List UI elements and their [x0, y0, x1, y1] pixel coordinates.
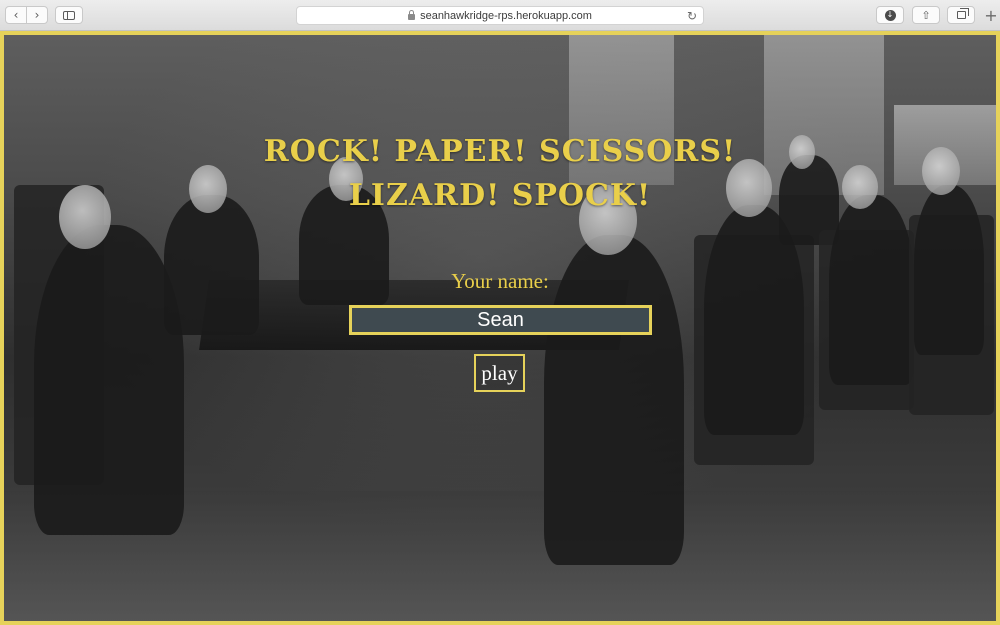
tab-overview-icon: [956, 8, 969, 19]
back-button[interactable]: ‹: [5, 6, 27, 24]
name-input[interactable]: [349, 305, 652, 335]
new-tab-button[interactable]: +: [982, 5, 1000, 25]
sidebar-button[interactable]: [55, 6, 83, 24]
name-label: Your name:: [451, 269, 549, 293]
forward-button[interactable]: ›: [26, 6, 48, 24]
tab-overview-button[interactable]: [947, 6, 975, 24]
share-icon: ⇧: [921, 8, 931, 22]
download-icon: ↓: [884, 9, 896, 21]
url-text: seanhawkridge-rps.herokuapp.com: [420, 9, 592, 22]
game-page: ROCK! PAPER! SCISSORS! LIZARD! SPOCK! Yo…: [0, 31, 1000, 625]
browser-toolbar: ‹ › seanhawkridge-rps.herokuapp.com ↻ ↓ …: [0, 0, 1000, 31]
reload-icon[interactable]: ↻: [687, 9, 697, 23]
plus-icon: +: [984, 5, 998, 25]
chevron-right-icon: ›: [34, 8, 40, 22]
download-button[interactable]: ↓: [876, 6, 904, 24]
play-button[interactable]: play: [474, 354, 525, 392]
game-title-line-2: LIZARD! SPOCK!: [348, 178, 652, 213]
chevron-left-icon: ‹: [13, 8, 19, 22]
background-figure: [164, 195, 259, 335]
lock-icon: [408, 9, 416, 20]
sidebar-icon: [63, 10, 75, 20]
share-button[interactable]: ⇧: [912, 6, 940, 24]
address-bar[interactable]: seanhawkridge-rps.herokuapp.com ↻: [296, 6, 704, 25]
game-title-line-1: ROCK! PAPER! SCISSORS!: [263, 134, 737, 169]
